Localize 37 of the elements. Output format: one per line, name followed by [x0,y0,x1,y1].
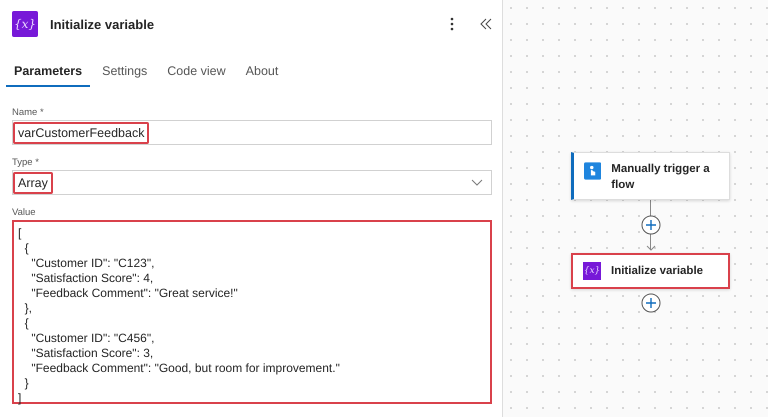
code-line: "Feedback Comment": "Great service!" [30,286,239,301]
variable-icon: {x} [583,262,601,280]
tab[interactable]: Code view [159,60,234,87]
panel-title: Initialize variable [50,16,156,32]
name-value: varCustomerFeedback [13,122,150,144]
chevron-down-icon [471,178,483,186]
more-options-icon[interactable] [450,17,454,31]
tab[interactable]: Parameters [6,60,90,87]
code-line: }, [24,301,34,316]
flow-step-card[interactable]: Manually trigger a flow [571,152,730,200]
field-label: Name * [12,107,45,118]
code-line: ] [18,391,22,406]
code-line: "Feedback Comment": "Good, but room for improvement." [30,361,341,376]
add-step-icon[interactable] [641,215,661,235]
code-line: [ [18,226,22,241]
variable-icon: {x} [12,11,38,37]
code-line: { [24,241,30,256]
type-value: Array [13,172,53,194]
code-line: } [24,376,30,391]
code-line: "Satisfaction Score": 4, [30,271,154,286]
code-line: "Customer ID": "C123", [30,256,156,271]
field-label: Type * [12,157,40,168]
tab[interactable]: About [238,60,286,87]
tab[interactable]: Settings [94,60,156,87]
flow-step-card[interactable]: {x} Initialize variable [571,253,730,289]
collapse-icon[interactable] [480,18,492,30]
add-step-icon[interactable] [641,293,661,313]
code-line: "Satisfaction Score": 3, [30,346,154,361]
type-dropdown[interactable]: Array [12,170,492,195]
step-title: Initialize variable [611,264,704,279]
value-editor[interactable]: [ { "Customer ID": "C123", "Satisfaction Score": 4, "Feedback Comment": "Great service!" }, { "Customer ID": "C456", "Satisfaction Score": 3, "Feedback Comment": "Good, but room for improvement." } ] [12,220,492,404]
name-input[interactable]: varCustomerFeedback [12,120,492,145]
code-line: "Customer ID": "C456", [30,331,156,346]
field-label: Value [12,207,37,218]
step-title: Manually trigger a flow [611,162,711,193]
code-line: { [24,316,30,331]
hand-tap-icon [584,161,602,181]
